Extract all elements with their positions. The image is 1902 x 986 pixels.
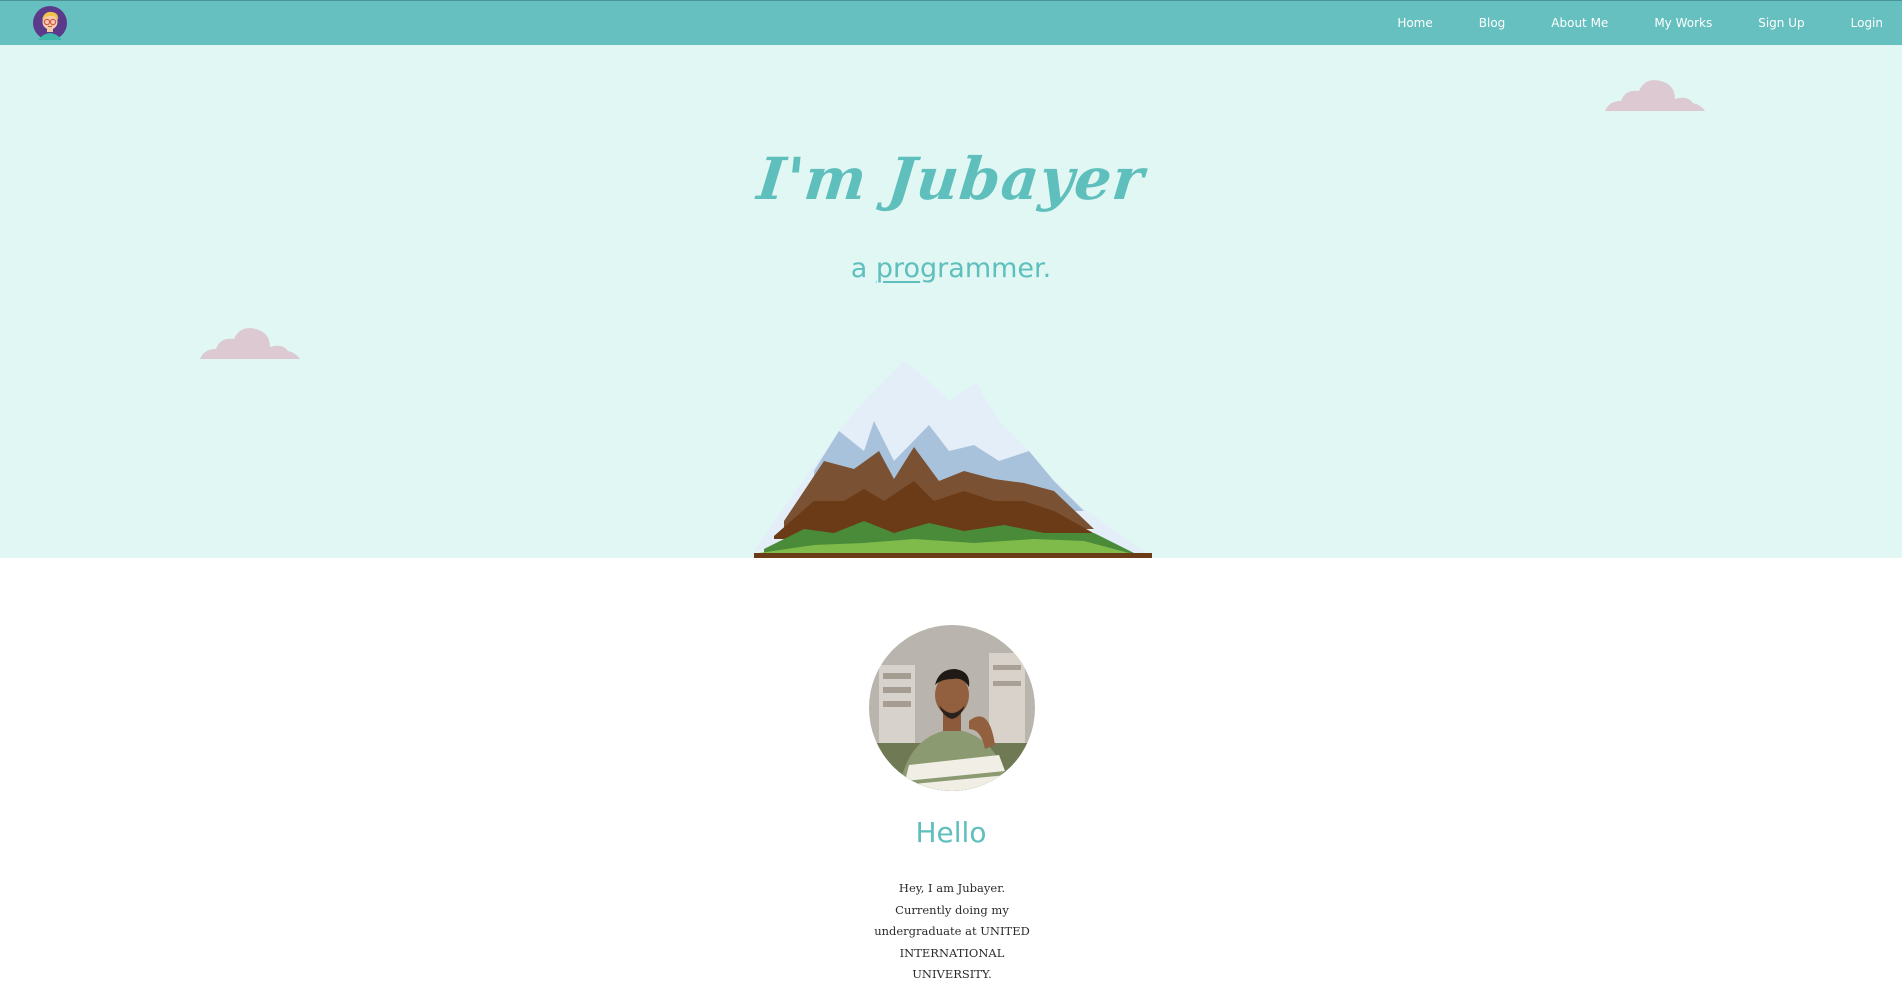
subtitle-prefix: a — [850, 253, 876, 284]
cartoon-avatar-icon[interactable] — [33, 6, 67, 40]
mountain-illustration — [754, 361, 1152, 558]
hero-section: I'm Jubayer a programmer. — [0, 45, 1902, 558]
profile-photo — [869, 625, 1035, 791]
nav-my-works[interactable]: My Works — [1654, 16, 1712, 30]
subtitle-rest: grammer. — [920, 253, 1052, 284]
nav-links: Home Blog About Me My Works Sign Up Logi… — [1397, 1, 1902, 45]
subtitle-typed: pro — [875, 253, 921, 284]
hero-subtitle: a programmer. — [0, 253, 1902, 284]
bio-text: Hey, I am Jubayer. Currently doing my un… — [874, 881, 1030, 981]
cloud-icon — [1605, 80, 1705, 111]
navbar: Home Blog About Me My Works Sign Up Logi… — [0, 0, 1902, 45]
nav-about-me[interactable]: About Me — [1551, 16, 1608, 30]
cloud-icon — [200, 328, 300, 359]
nav-blog[interactable]: Blog — [1479, 16, 1506, 30]
hero-title: I'm Jubayer — [754, 145, 1148, 213]
nav-login[interactable]: Login — [1851, 16, 1883, 30]
hello-heading: Hello — [915, 816, 987, 849]
nav-sign-up[interactable]: Sign Up — [1758, 16, 1804, 30]
about-section: Hello Hey, I am Jubayer. Currently doing… — [0, 558, 1902, 981]
nav-home[interactable]: Home — [1397, 16, 1432, 30]
